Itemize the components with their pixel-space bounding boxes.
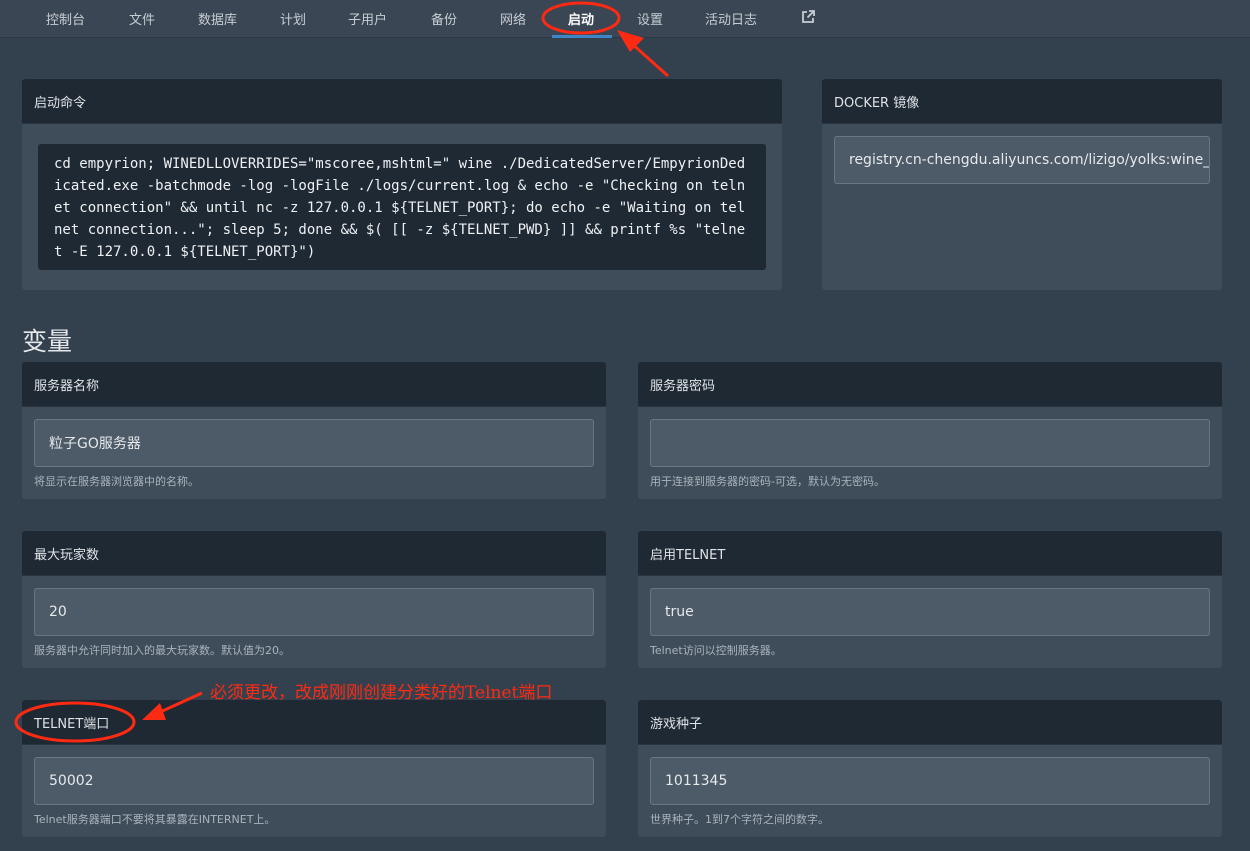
nav-tab-startup[interactable]: 启动 xyxy=(568,9,594,28)
game-seed-input[interactable]: 1011345 xyxy=(650,757,1210,805)
variable-server-password: 服务器密码 用于连接到服务器的密码-可选，默认为无密码。 xyxy=(638,362,1222,499)
variable-help: 世界种子。1到7个字符之间的数字。 xyxy=(650,813,829,826)
nav-tab-schedules[interactable]: 计划 xyxy=(280,9,306,28)
server-name-input[interactable]: 粒子GO服务器 xyxy=(34,419,594,467)
docker-image-box: DOCKER 镜像 registry.cn-chengdu.aliyuncs.c… xyxy=(822,79,1222,290)
max-players-input[interactable]: 20 xyxy=(34,588,594,636)
top-nav: 控制台 文件 数据库 计划 子用户 备份 网络 启动 设置 活动日志 xyxy=(0,0,1250,38)
variables-title: 变量 xyxy=(22,327,73,356)
nav-tab-network[interactable]: 网络 xyxy=(500,9,526,28)
variable-label: 服务器名称 xyxy=(22,362,606,407)
nav-tab-console[interactable]: 控制台 xyxy=(46,9,85,28)
active-tab-indicator xyxy=(552,35,612,38)
variable-label: 服务器密码 xyxy=(638,362,1222,407)
variable-help: 将显示在服务器浏览器中的名称。 xyxy=(34,475,199,488)
docker-image-field[interactable]: registry.cn-chengdu.aliyuncs.com/lizigo/… xyxy=(834,136,1210,184)
annotation-arrow-startup-shaft xyxy=(628,40,670,78)
variable-label: 最大玩家数 xyxy=(22,531,606,576)
nav-tab-activity[interactable]: 活动日志 xyxy=(705,9,757,28)
variable-help: Telnet服务器端口不要将其暴露在INTERNET上。 xyxy=(34,813,276,826)
variable-label: 启用TELNET xyxy=(638,531,1222,576)
variable-server-name: 服务器名称 粒子GO服务器 将显示在服务器浏览器中的名称。 xyxy=(22,362,606,499)
nav-tab-backups[interactable]: 备份 xyxy=(431,9,457,28)
startup-command-header: 启动命令 xyxy=(22,79,782,124)
annotation-text: 必须更改，改成刚刚创建分类好的Telnet端口 xyxy=(210,683,553,703)
external-link-icon[interactable] xyxy=(800,9,816,25)
docker-image-header: DOCKER 镜像 xyxy=(822,79,1222,124)
variable-help: 用于连接到服务器的密码-可选，默认为无密码。 xyxy=(650,475,885,488)
variable-help: 服务器中允许同时加入的最大玩家数。默认值为20。 xyxy=(34,644,290,657)
variable-help: Telnet访问以控制服务器。 xyxy=(650,644,782,657)
nav-tab-settings[interactable]: 设置 xyxy=(637,9,663,28)
variable-label: TELNET端口 xyxy=(22,700,606,745)
variable-label: 游戏种子 xyxy=(638,700,1222,745)
startup-command-text: cd empyrion; WINEDLLOVERRIDES="mscoree,m… xyxy=(38,144,766,270)
server-password-input[interactable] xyxy=(650,419,1210,467)
nav-tab-files[interactable]: 文件 xyxy=(129,9,155,28)
startup-command-box: 启动命令 cd empyrion; WINEDLLOVERRIDES="msco… xyxy=(22,79,782,290)
enable-telnet-input[interactable]: true xyxy=(650,588,1210,636)
variable-game-seed: 游戏种子 1011345 世界种子。1到7个字符之间的数字。 xyxy=(638,700,1222,837)
variable-max-players: 最大玩家数 20 服务器中允许同时加入的最大玩家数。默认值为20。 xyxy=(22,531,606,668)
telnet-port-input[interactable]: 50002 xyxy=(34,757,594,805)
variable-telnet-port: TELNET端口 50002 Telnet服务器端口不要将其暴露在INTERNE… xyxy=(22,700,606,837)
nav-tab-users[interactable]: 子用户 xyxy=(348,9,387,28)
nav-tab-databases[interactable]: 数据库 xyxy=(198,9,237,28)
variable-enable-telnet: 启用TELNET true Telnet访问以控制服务器。 xyxy=(638,531,1222,668)
